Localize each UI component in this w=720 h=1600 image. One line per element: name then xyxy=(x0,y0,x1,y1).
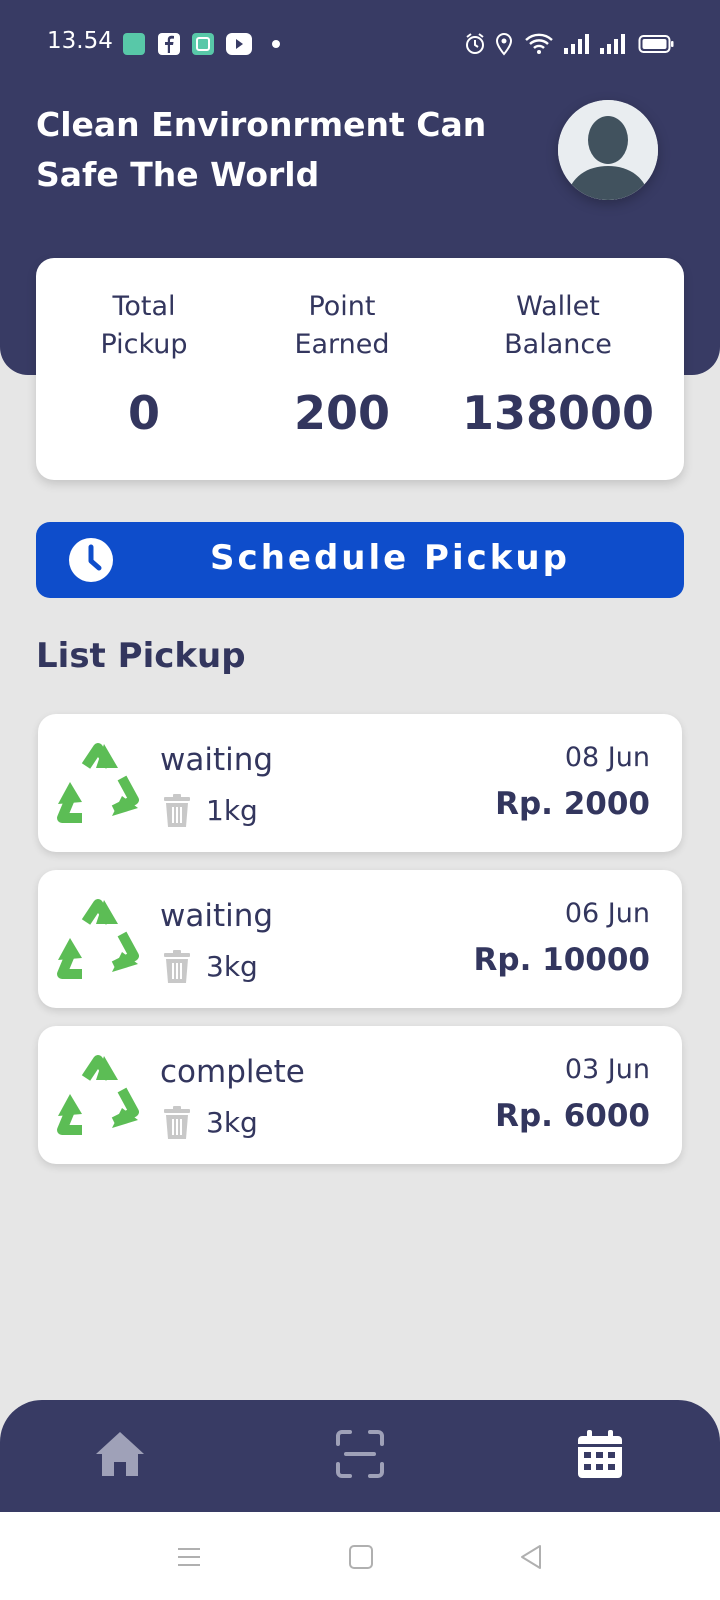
signal-icon xyxy=(564,34,589,54)
stat-total-pickup: Total Pickup 0 xyxy=(36,288,252,440)
back-icon[interactable] xyxy=(516,1542,546,1572)
location-icon xyxy=(495,33,513,56)
menu-icon[interactable] xyxy=(174,1542,204,1572)
pickup-date: 08 Jun xyxy=(564,742,650,773)
trash-icon xyxy=(164,1106,190,1139)
alarm-icon xyxy=(466,33,484,54)
stat-label: Wallet Balance xyxy=(504,291,612,360)
stat-value: 0 xyxy=(127,386,160,440)
home-icon[interactable] xyxy=(94,1428,146,1480)
calculator-app-icon xyxy=(123,33,145,55)
stat-value: 138000 xyxy=(461,386,655,440)
list-pickup-title: List Pickup xyxy=(36,636,246,676)
home-button-icon[interactable] xyxy=(346,1542,376,1572)
pickup-date: 03 Jun xyxy=(564,1054,650,1085)
stat-value: 200 xyxy=(293,386,391,440)
wifi-icon xyxy=(525,33,553,54)
stat-point-earned: Point Earned 200 xyxy=(242,288,442,440)
schedule-pickup-label: Schedule Pickup xyxy=(210,538,570,578)
schedule-pickup-button[interactable]: Schedule Pickup xyxy=(36,522,684,598)
stat-wallet-balance: Wallet Balance 138000 xyxy=(446,288,670,440)
recycle-icon xyxy=(57,899,139,979)
recycle-icon xyxy=(57,743,139,823)
bottom-navigation xyxy=(0,1400,720,1512)
system-navigation-bar xyxy=(0,1512,720,1600)
pickup-price: Rp. 2000 xyxy=(495,786,650,822)
pickup-status: waiting xyxy=(160,742,274,778)
pickup-list-item[interactable]: waiting 3kg 06 Jun Rp. 10000 xyxy=(38,870,682,1008)
scan-icon[interactable] xyxy=(334,1428,386,1480)
pickup-weight: 3kg xyxy=(206,1106,258,1139)
status-bar: 13.54 xyxy=(0,0,720,88)
calendar-icon[interactable] xyxy=(574,1428,626,1480)
trash-icon xyxy=(164,950,190,983)
battery-icon xyxy=(638,35,674,53)
headline: Clean Environrment Can Safe The World xyxy=(36,105,487,194)
youtube-icon xyxy=(226,33,252,55)
stats-card: Total Pickup 0 Point Earned 200 Wallet B… xyxy=(36,258,684,480)
pickup-status: complete xyxy=(160,1054,305,1090)
signal-icon xyxy=(600,34,625,54)
pickup-date: 06 Jun xyxy=(564,898,650,929)
pickup-weight: 3kg xyxy=(206,950,258,983)
pickup-price: Rp. 10000 xyxy=(473,942,650,978)
facebook-icon xyxy=(158,33,180,55)
pickup-list-item[interactable]: complete 3kg 03 Jun Rp. 6000 xyxy=(38,1026,682,1164)
app-icon xyxy=(192,33,214,55)
status-time: 13.54 xyxy=(47,28,113,54)
stat-label: Total Pickup xyxy=(100,291,188,360)
pickup-price: Rp. 6000 xyxy=(495,1098,650,1134)
stat-label: Point Earned xyxy=(294,291,390,360)
pickup-list-item[interactable]: waiting 1kg 08 Jun Rp. 2000 xyxy=(38,714,682,852)
dot-icon xyxy=(272,40,280,48)
pickup-status: waiting xyxy=(160,898,274,934)
recycle-icon xyxy=(57,1055,139,1135)
trash-icon xyxy=(164,794,190,827)
user-avatar-icon[interactable] xyxy=(558,100,658,200)
pickup-weight: 1kg xyxy=(206,794,258,827)
